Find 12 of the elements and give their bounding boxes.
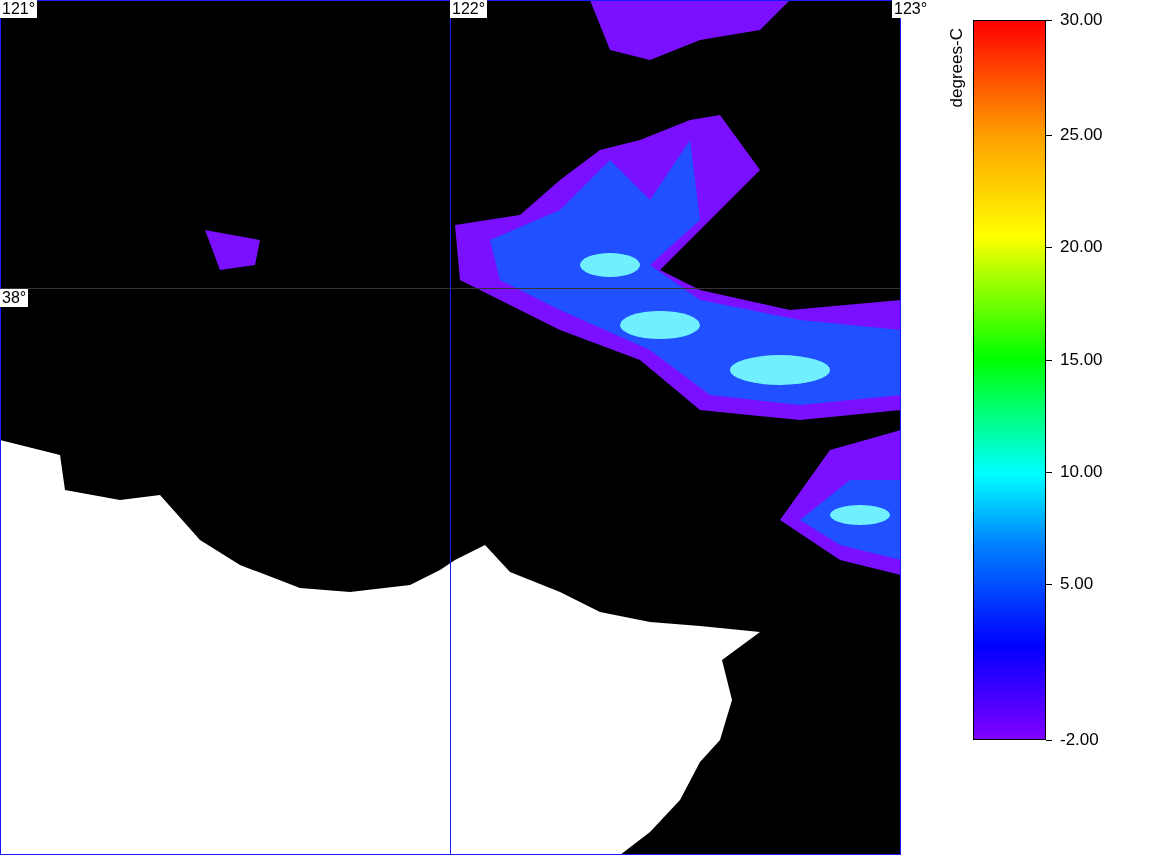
scale-tick-label: 25.00 xyxy=(1060,125,1103,145)
scale-tick-label: 5.00 xyxy=(1060,574,1094,594)
scale-tick-label: 20.00 xyxy=(1060,237,1103,257)
scale-tick-label: -2.00 xyxy=(1060,730,1099,750)
unit-label: degrees-C xyxy=(946,28,968,108)
longitude-label: 123° xyxy=(892,0,930,18)
scale-tick-label: 10.00 xyxy=(1060,462,1103,482)
longitude-label: 121° xyxy=(0,0,38,18)
scale-tick-label: 15.00 xyxy=(1060,350,1103,370)
scale-tick-label: 30.00 xyxy=(1060,10,1103,30)
latitude-label: 38° xyxy=(0,289,29,307)
longitude-label: 122° xyxy=(450,0,488,18)
